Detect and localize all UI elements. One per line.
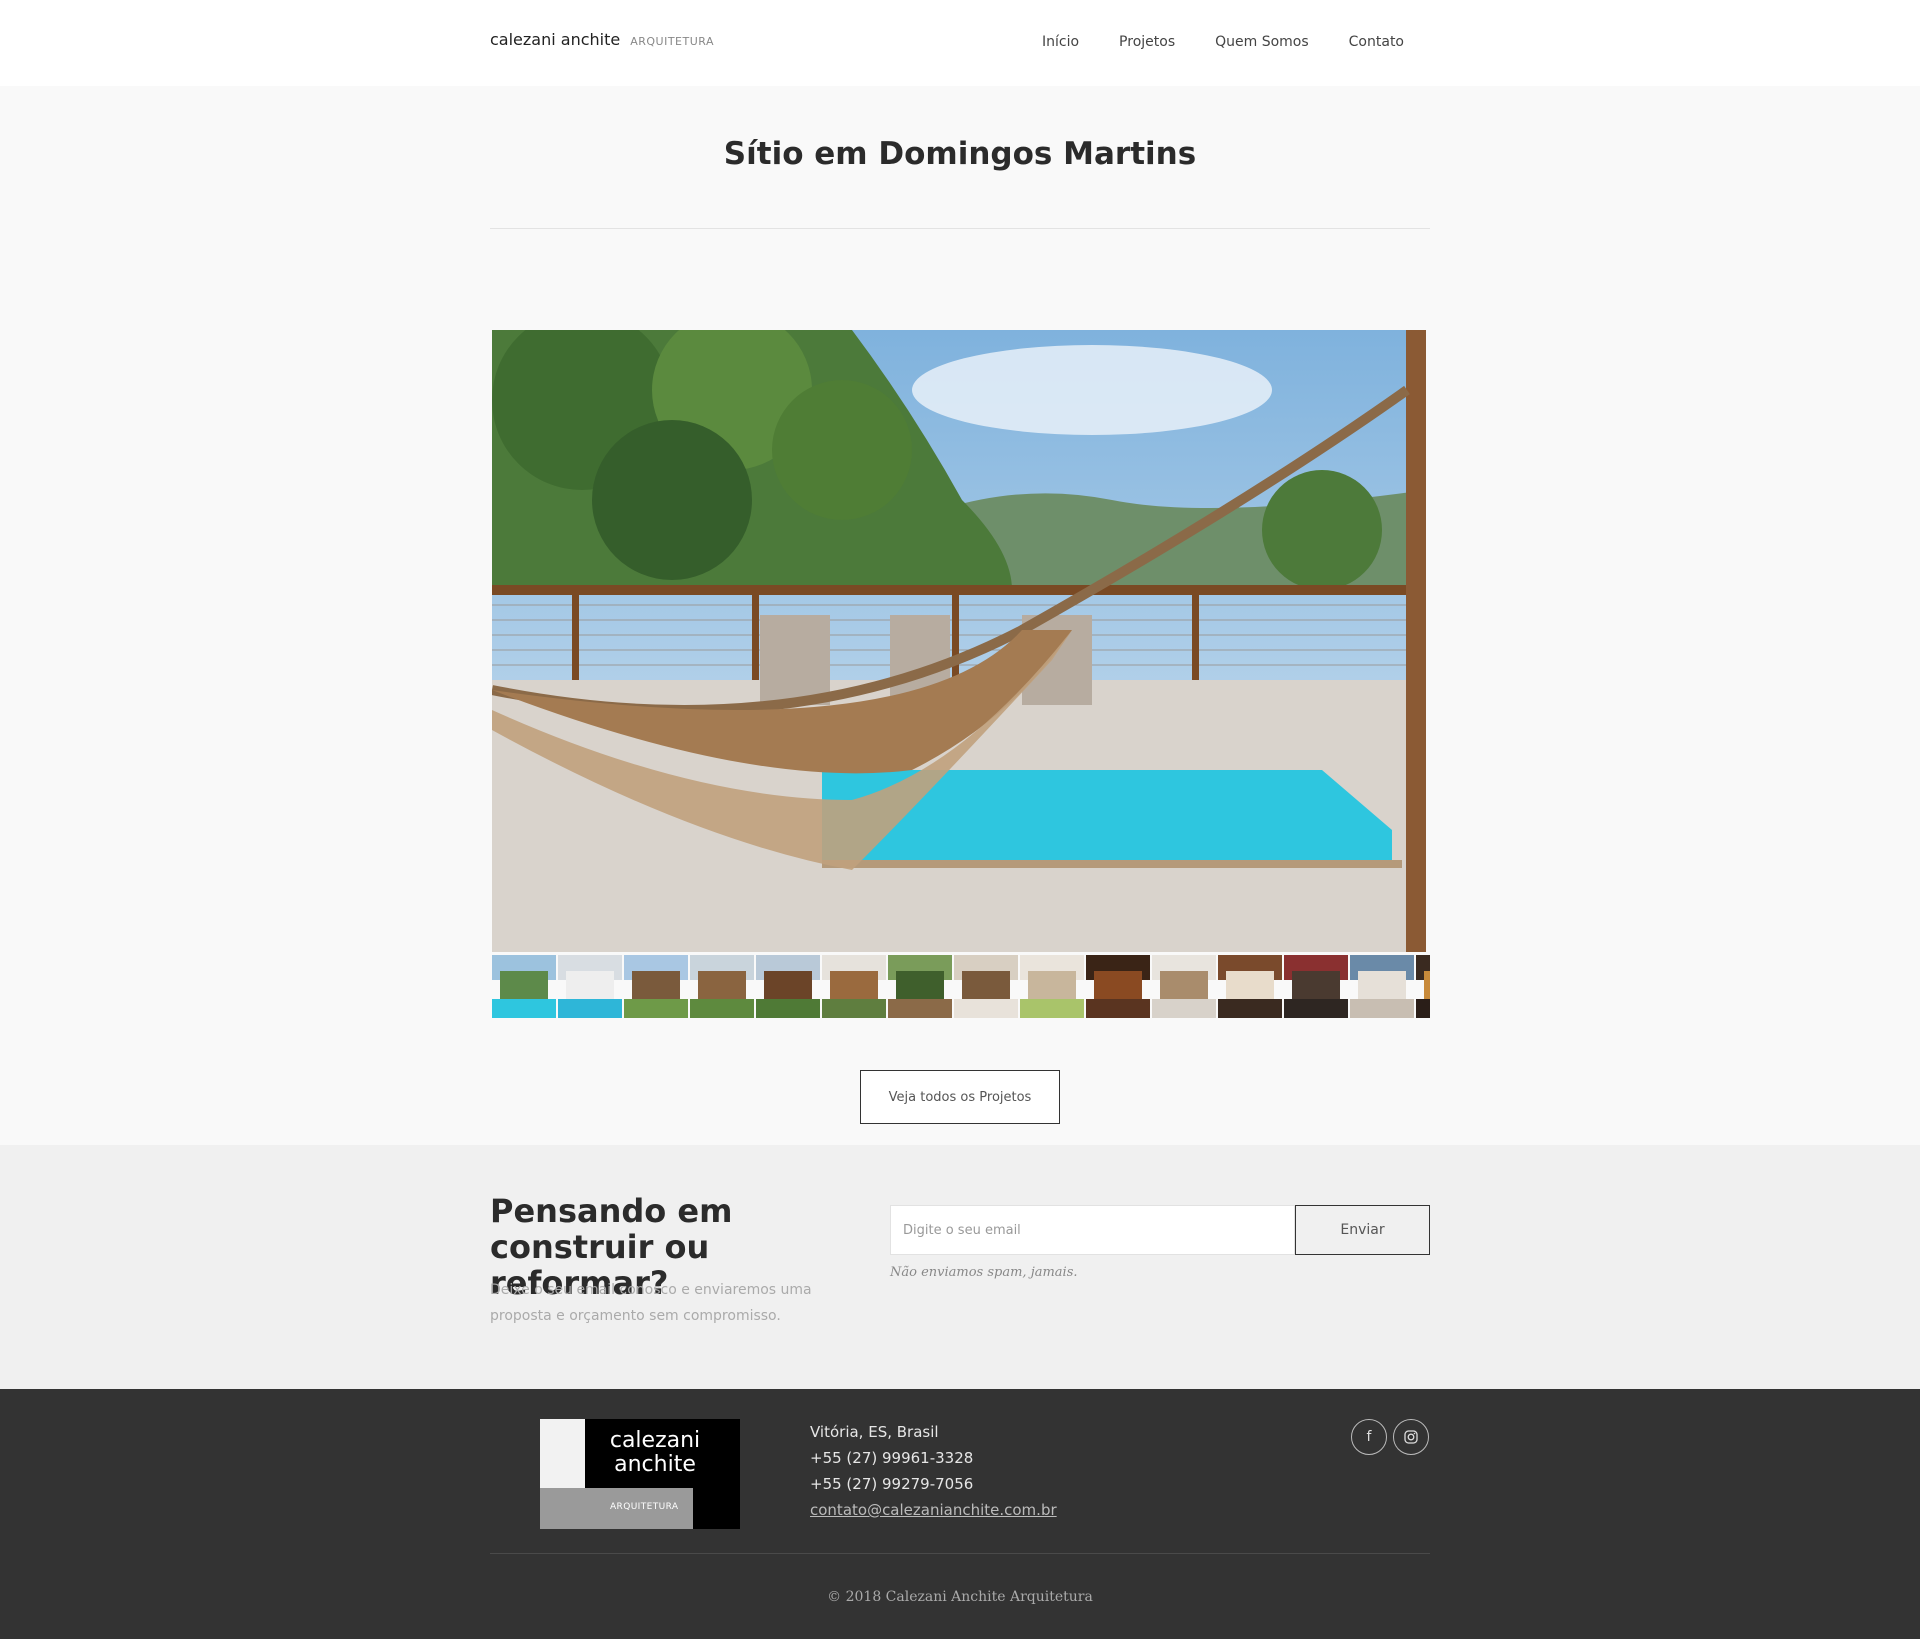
gallery-thumb-7[interactable] <box>888 955 952 1018</box>
gallery-thumb-15[interactable] <box>1416 955 1430 1018</box>
footer-logo-name: calezani anchite <box>609 1428 701 1477</box>
site-footer: calezani anchite ARQUITETURA Vitória, ES… <box>0 1389 1920 1639</box>
gallery-thumb-1[interactable] <box>492 955 556 1018</box>
brand-logo[interactable]: calezani anchite ARQUITETURA <box>490 30 714 49</box>
nav-link-quem-somos[interactable]: Quem Somos <box>1215 34 1309 50</box>
footer-divider <box>490 1553 1430 1554</box>
hammock-pool-photo <box>492 330 1426 952</box>
all-projects-button[interactable]: Veja todos os Projetos <box>860 1070 1060 1124</box>
footer-city: Vitória, ES, Brasil <box>810 1423 939 1441</box>
footer-phone-1: +55 (27) 99961-3328 <box>810 1449 974 1467</box>
nav-link-projetos[interactable]: Projetos <box>1119 34 1175 50</box>
facebook-icon[interactable]: f <box>1351 1419 1387 1455</box>
footer-contact: Vitória, ES, Brasil +55 (27) 99961-3328 … <box>810 1419 1057 1523</box>
divider <box>490 228 1430 229</box>
gallery-thumb-12[interactable] <box>1218 955 1282 1018</box>
gallery-thumb-6[interactable] <box>822 955 886 1018</box>
site-header: calezani anchite ARQUITETURA Início Proj… <box>0 0 1920 86</box>
newsletter-description: Deixe o seu email conosco e enviaremos u… <box>490 1282 812 1324</box>
nav-link-contato[interactable]: Contato <box>1349 34 1404 50</box>
instagram-icon[interactable] <box>1393 1419 1429 1455</box>
gallery-thumb-13[interactable] <box>1284 955 1348 1018</box>
newsletter-section: Pensando em construir ou reformar? Deixe… <box>0 1145 1920 1389</box>
brand-name: calezani anchite <box>490 30 621 49</box>
gallery-main-photo[interactable] <box>492 330 1426 952</box>
gallery-thumb-14[interactable] <box>1350 955 1414 1018</box>
email-input[interactable] <box>890 1205 1295 1255</box>
gallery-thumb-3[interactable] <box>624 955 688 1018</box>
footer-phone-2: +55 (27) 99279-7056 <box>810 1475 974 1493</box>
no-spam-note: Não enviamos spam, jamais. <box>890 1265 1078 1280</box>
gallery-thumb-11[interactable] <box>1152 955 1216 1018</box>
gallery-thumb-2[interactable] <box>558 955 622 1018</box>
gallery-thumb-10[interactable] <box>1086 955 1150 1018</box>
gallery-thumbnails <box>492 955 1430 1018</box>
gallery-thumb-4[interactable] <box>690 955 754 1018</box>
logo-white-block <box>540 1419 585 1488</box>
gallery-thumb-9[interactable] <box>1020 955 1084 1018</box>
social-links: f <box>1351 1419 1429 1455</box>
gallery-thumb-5[interactable] <box>756 955 820 1018</box>
main-nav: Início Projetos Quem Somos Contato <box>1030 34 1404 50</box>
page-title: Sítio em Domingos Martins <box>723 136 1197 172</box>
brand-subtitle: ARQUITETURA <box>630 35 715 48</box>
send-button[interactable]: Enviar <box>1295 1205 1430 1255</box>
footer-logo-subtitle: ARQUITETURA <box>610 1502 679 1512</box>
instagram-glyph <box>1404 1430 1418 1444</box>
gallery-thumb-8[interactable] <box>954 955 1018 1018</box>
nav-link-inicio[interactable]: Início <box>1042 34 1079 50</box>
copyright: © 2018 Calezani Anchite Arquitetura <box>827 1589 1093 1605</box>
footer-logo: calezani anchite ARQUITETURA <box>540 1419 740 1529</box>
footer-email-link[interactable]: contato@calezanianchite.com.br <box>810 1501 1057 1519</box>
